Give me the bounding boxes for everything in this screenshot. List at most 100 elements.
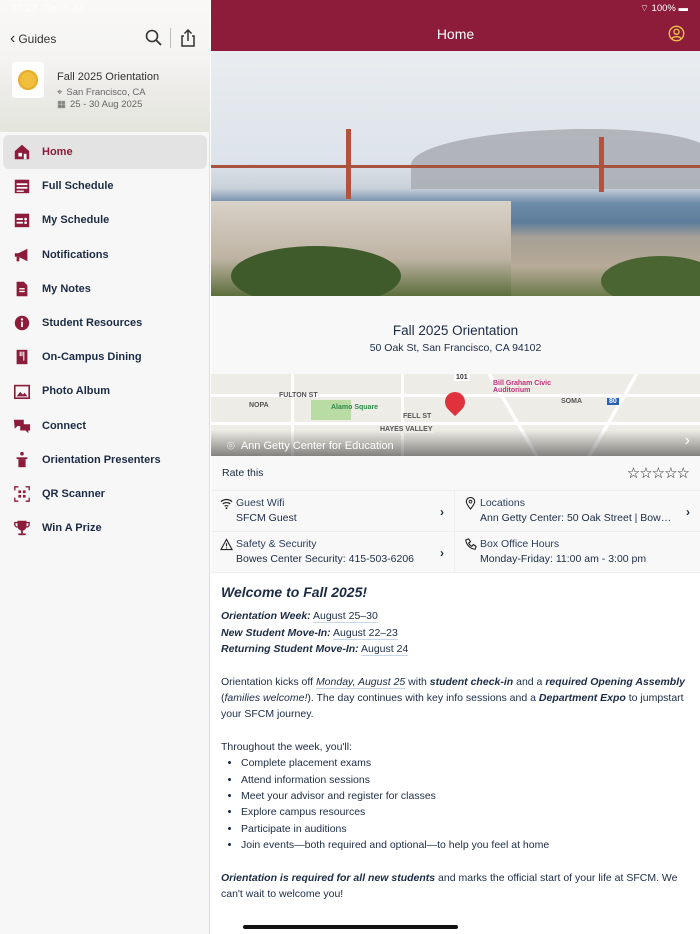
map-label: 80 <box>607 398 619 405</box>
info-label: Box Office Hours <box>480 538 560 550</box>
key-dates: Orientation Week: August 25–30 New Stude… <box>221 610 409 657</box>
phone-icon <box>465 538 477 550</box>
location-pin-icon: ⌾ <box>227 438 235 453</box>
info-label: Safety & Security <box>236 538 317 550</box>
list-item: Join events—both required and optional—t… <box>241 837 690 853</box>
info-grid: Guest Wifi SFCM Guest › Locations Ann Getty… <box>211 491 700 573</box>
sidebar-item-notifications[interactable]: Notifications <box>3 238 207 272</box>
info-label: Locations <box>480 497 525 509</box>
info-value: Ann Getty Center: 50 Oak Street | Bowes … <box>480 512 676 524</box>
info-value: Bowes Center Security: 415-503-6206 <box>236 553 415 565</box>
sidebar-item-my-schedule[interactable]: My Schedule <box>3 203 207 237</box>
chat-icon <box>13 419 31 433</box>
sidebar-item-student-resources[interactable]: Student Resources <box>3 306 207 340</box>
event-title: Fall 2025 Orientation <box>57 71 160 83</box>
list-item: Complete placement exams <box>241 755 690 771</box>
house-icon <box>14 144 30 160</box>
sidebar-item-home[interactable]: Home <box>3 135 207 170</box>
map-pin-icon <box>440 387 470 417</box>
closing-paragraph: Orientation is required for all new stud… <box>221 871 678 901</box>
sidebar-item-my-notes[interactable]: My Notes <box>3 272 207 306</box>
status-time: 17:23 Thu 3 Jul <box>12 3 84 14</box>
chevron-right-icon: › <box>686 505 690 519</box>
map-label: 101 <box>454 374 470 381</box>
sidebar-item-label: Connect <box>42 419 86 432</box>
map-preview[interactable]: NOPA FULTON ST Alamo Square HAYES VALLEY… <box>211 374 700 456</box>
sidebar-item-qr-scanner[interactable]: QR Scanner <box>3 477 207 511</box>
list-item: Explore campus resources <box>241 804 690 820</box>
calendar-check-icon <box>14 214 30 228</box>
sidebar-item-on-campus-dining[interactable]: On-Campus Dining <box>3 340 207 374</box>
map-label: SOMA <box>561 398 582 405</box>
info-label: Guest Wifi <box>236 497 285 509</box>
back-button[interactable]: ‹ Guides <box>10 30 56 48</box>
top-bar: ⌔ 100% ▬ Home <box>211 0 700 51</box>
sidebar-item-connect[interactable]: Connect <box>3 409 207 443</box>
chevron-left-icon: ‹ <box>10 30 16 47</box>
sidebar-item-win-a-prize[interactable]: Win A Prize <box>3 511 207 545</box>
sidebar-item-label: Full Schedule <box>42 180 114 193</box>
map-label: NOPA <box>249 402 269 409</box>
qr-icon <box>14 486 30 502</box>
map-label-hayes-valley: HAYES VALLEY <box>379 426 434 433</box>
intro-paragraph: Orientation kicks off Monday, August 25 … <box>221 675 685 721</box>
pin-icon: ⌖ <box>57 87 63 98</box>
chevron-right-icon: › <box>440 505 444 519</box>
sidebar-item-orientation-presenters[interactable]: Orientation Presenters <box>3 443 207 477</box>
list-item: Attend information sessions <box>241 772 690 788</box>
safety-item[interactable]: Safety & Security Bowes Center Security: … <box>211 532 455 573</box>
event-location: ⌖ San Francisco, CA <box>57 87 146 98</box>
battery-status: ⌔ 100% ▬ <box>639 3 688 14</box>
rating-row: Rate this ☆☆☆☆☆ <box>211 456 700 491</box>
main-panel: ⌔ 100% ▬ Home Fall 2025 Orientation 50 O… <box>211 0 700 934</box>
list-item: Participate in auditions <box>241 821 690 837</box>
sidebar-item-label: Notifications <box>42 248 109 261</box>
home-indicator <box>243 925 458 929</box>
star-rating[interactable]: ☆☆☆☆☆ <box>627 464 690 482</box>
event-logo <box>12 62 44 98</box>
location-pin-icon <box>465 497 476 510</box>
event-address: 50 Oak St, San Francisco, CA 94102 <box>369 342 542 354</box>
map-label: FELL ST <box>403 413 432 420</box>
info-value: SFCM Guest <box>236 512 297 524</box>
search-icon[interactable] <box>144 28 164 48</box>
list-item: Meet your advisor and register for class… <box>241 788 690 804</box>
chevron-right-icon[interactable]: › <box>685 432 690 450</box>
sidebar-item-label: Photo Album <box>42 385 111 398</box>
sidebar-item-label: Orientation Presenters <box>42 453 161 466</box>
calendar-list-icon <box>14 179 30 194</box>
photo-icon <box>13 385 31 400</box>
info-icon <box>14 315 30 331</box>
event-dates: ▦ 25 - 30 Aug 2025 <box>57 99 143 110</box>
utensils-icon <box>16 350 28 365</box>
sidebar-item-photo-album[interactable]: Photo Album <box>3 374 207 408</box>
map-label: Bill Graham Civic Auditorium <box>493 380 551 394</box>
wifi-item[interactable]: Guest Wifi SFCM Guest › <box>211 491 455 532</box>
event-info: Fall 2025 Orientation 50 Oak St, San Fra… <box>211 296 700 374</box>
list-intro: Throughout the week, you'll: <box>221 740 352 753</box>
locations-item[interactable]: Locations Ann Getty Center: 50 Oak Street… <box>455 491 700 532</box>
map-label: Alamo Square <box>331 404 379 411</box>
sidebar-item-label: On-Campus Dining <box>42 351 142 364</box>
sidebar-item-label: My Notes <box>42 282 91 295</box>
welcome-heading: Welcome to Fall 2025! <box>221 584 368 600</box>
document-icon <box>16 281 28 297</box>
box-office-item[interactable]: Box Office Hours Monday-Friday: 11:00 am … <box>455 532 700 573</box>
profile-icon[interactable] <box>668 25 685 42</box>
sidebar-item-label: QR Scanner <box>42 487 105 500</box>
podium-icon <box>16 451 28 467</box>
sidebar-header: 17:23 Thu 3 Jul ‹ Guides Fall 2025 Orient… <box>0 0 210 132</box>
sidebar-item-label: Win A Prize <box>42 522 102 535</box>
rating-label: Rate this <box>222 467 264 479</box>
sidebar-item-full-schedule[interactable]: Full Schedule <box>3 169 207 203</box>
share-icon[interactable] <box>178 28 198 48</box>
megaphone-icon <box>14 248 28 261</box>
map-label: FULTON ST <box>279 392 318 399</box>
sidebar-item-label: Student Resources <box>42 317 143 330</box>
map-place: ⌾ Ann Getty Center for Education <box>227 438 394 453</box>
sidebar-menu: Home Full Schedule My Schedule Notification… <box>0 135 210 545</box>
warning-icon <box>220 538 233 551</box>
info-value: Monday-Friday: 11:00 am - 3:00 pm <box>480 553 647 565</box>
trophy-icon <box>14 520 30 536</box>
event-name: Fall 2025 Orientation <box>392 323 519 338</box>
